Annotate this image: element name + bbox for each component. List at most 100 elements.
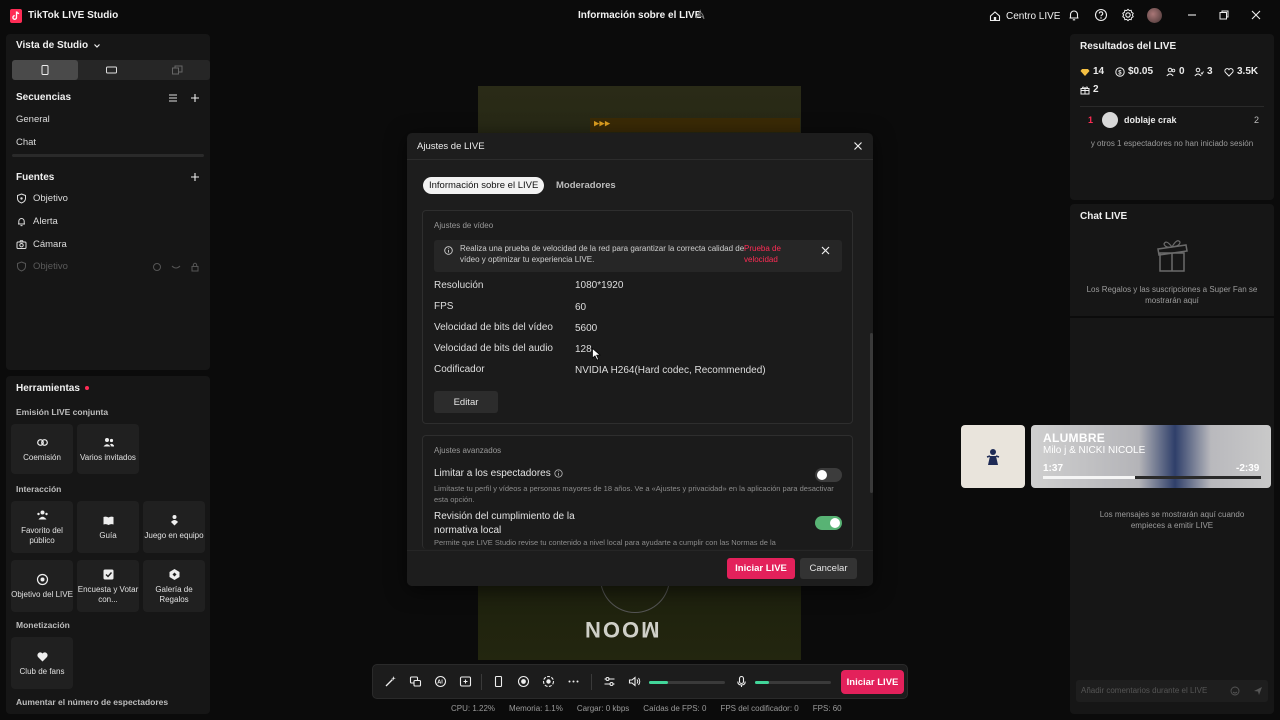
- mic-volume-slider[interactable]: [755, 681, 831, 684]
- app-title: TikTok LIVE Studio: [28, 10, 119, 21]
- close-icon[interactable]: [853, 141, 863, 151]
- album-art: [961, 425, 1025, 488]
- sequence-label: General: [16, 114, 50, 125]
- user-avatar[interactable]: [1147, 8, 1162, 23]
- song-progress-bar[interactable]: [1043, 476, 1261, 479]
- add-sequence-icon[interactable]: [190, 93, 200, 103]
- toolbar-start-live-button[interactable]: Iniciar LIVE: [841, 670, 904, 694]
- cancel-button[interactable]: Cancelar: [800, 558, 857, 579]
- song-progress-fill: [1043, 476, 1135, 479]
- audio-mixer-icon[interactable]: [603, 675, 616, 688]
- live-hub-label: Centro LIVE: [1006, 10, 1061, 22]
- earnings-value: $0.05: [1128, 66, 1154, 77]
- video-settings-card: Ajustes de vídeo Realiza una prueba de v…: [422, 210, 853, 424]
- landscape-mode-button[interactable]: [78, 60, 144, 80]
- tile-team-game[interactable]: Juego en equipo: [143, 501, 205, 553]
- gifts-placeholder: Los Regalos y las suscripciones a Super …: [1086, 285, 1258, 306]
- top-viewer-count: 2: [1254, 115, 1260, 125]
- source-item-goal-hidden[interactable]: Objetivo: [16, 261, 68, 272]
- emoji-icon[interactable]: [1230, 686, 1240, 696]
- ai-effects-icon[interactable]: AI: [434, 675, 447, 688]
- source-label: Alerta: [33, 216, 58, 227]
- send-icon[interactable]: [1253, 686, 1263, 696]
- dialog-footer: Iniciar LIVE Cancelar: [407, 550, 873, 586]
- minimize-icon[interactable]: [1185, 8, 1199, 22]
- add-source-icon[interactable]: [190, 172, 200, 182]
- source-item-goal[interactable]: Objetivo: [16, 193, 68, 204]
- add-media-icon[interactable]: [459, 675, 472, 688]
- tile-label: Coemisión: [23, 452, 61, 462]
- mic-level-fill: [755, 681, 769, 684]
- link-icon: [36, 438, 48, 446]
- shield-icon: [17, 261, 26, 272]
- viewers-icon: [1194, 67, 1204, 76]
- heart-icon: [36, 652, 48, 662]
- list-icon[interactable]: [168, 93, 178, 103]
- tile-audience-favorite[interactable]: Favorito del público: [11, 501, 73, 553]
- dismiss-notice-icon[interactable]: [821, 246, 830, 255]
- panel-scrollbar[interactable]: [12, 154, 204, 157]
- team-icon: [170, 514, 178, 526]
- encoder-label: Codificador: [434, 364, 485, 375]
- hidden-eye-icon[interactable]: [171, 262, 181, 272]
- anonymous-viewers-text: y otros 1 espectadores no han iniciado s…: [1090, 139, 1254, 148]
- magic-wand-icon[interactable]: [384, 675, 397, 688]
- record-icon[interactable]: [517, 675, 530, 688]
- settings-circle-icon[interactable]: [152, 262, 162, 272]
- tile-poll[interactable]: Encuesta y Votar con...: [77, 560, 139, 612]
- top-viewer-avatar[interactable]: [1102, 112, 1118, 128]
- sequence-item-general[interactable]: General: [16, 114, 50, 125]
- fps-label: FPS: [434, 301, 454, 312]
- dialog-scrollbar[interactable]: [870, 333, 873, 493]
- tile-guide[interactable]: Guía: [77, 501, 139, 553]
- tile-cohost[interactable]: Coemisión: [11, 424, 73, 474]
- source-item-alert[interactable]: Alerta: [16, 216, 58, 227]
- microphone-icon[interactable]: [735, 675, 748, 688]
- studio-view-dropdown[interactable]: Vista de Studio: [16, 40, 101, 51]
- replay-icon[interactable]: [542, 675, 555, 688]
- help-icon[interactable]: [1094, 8, 1108, 22]
- bell-icon[interactable]: [1067, 8, 1081, 22]
- tab-live-info[interactable]: Información sobre el LIVE: [423, 177, 545, 194]
- top-viewer-name[interactable]: doblaje crak: [1124, 115, 1177, 125]
- more-icon[interactable]: [567, 675, 580, 688]
- live-hub-button[interactable]: Centro LIVE: [989, 8, 1060, 24]
- source-label: Objetivo: [33, 193, 68, 204]
- tile-label: Galería de Regalos: [155, 584, 193, 604]
- source-item-camera[interactable]: Cámara: [16, 239, 67, 250]
- sequence-item-chat[interactable]: Chat: [16, 137, 36, 148]
- compliance-toggle[interactable]: [815, 516, 842, 530]
- restore-icon[interactable]: [1217, 8, 1231, 22]
- close-window-icon[interactable]: [1249, 8, 1263, 22]
- info-icon[interactable]: [554, 469, 563, 478]
- tile-fan-club[interactable]: Club de fans: [11, 637, 73, 689]
- screen-share-icon[interactable]: [409, 675, 422, 688]
- phone-icon[interactable]: [492, 675, 505, 688]
- speaker-icon[interactable]: [628, 675, 641, 688]
- elapsed-time: 1:37: [1043, 463, 1064, 474]
- lock-icon[interactable]: [190, 262, 200, 272]
- speed-test-link[interactable]: Prueba de velocidad: [744, 244, 804, 266]
- gift-gallery-icon: [169, 568, 179, 580]
- tile-multi-guest[interactable]: Varios invitados: [77, 424, 139, 474]
- edit-button[interactable]: Editar: [434, 391, 498, 413]
- now-playing-widget[interactable]: ALUMBRE Milo j & NICKI NICOLE 1:37 -2:39: [1031, 425, 1271, 488]
- dual-mode-button[interactable]: [144, 60, 210, 80]
- start-live-button[interactable]: Iniciar LIVE: [727, 558, 795, 579]
- tools-panel: Herramientas Emisión LIVE conjunta Coemi…: [6, 376, 210, 714]
- tile-gift-gallery[interactable]: Galería de Regalos: [143, 560, 205, 612]
- limit-viewers-toggle[interactable]: [815, 468, 842, 482]
- portrait-mode-button[interactable]: [12, 60, 78, 80]
- settings-gear-icon[interactable]: [1121, 8, 1135, 22]
- resolution-value: 1080*1920: [575, 280, 624, 291]
- tools-header-label: Herramientas: [16, 383, 80, 394]
- share-icon[interactable]: [694, 9, 706, 21]
- section-cohost: Emisión LIVE conjunta: [16, 407, 109, 417]
- tile-live-goal[interactable]: Objetivo del LIVE: [11, 560, 73, 612]
- toolbar-divider: [481, 674, 482, 690]
- tab-moderators[interactable]: Moderadores: [550, 177, 622, 194]
- window-center-title[interactable]: Información sobre el LIVE: [578, 10, 701, 21]
- speaker-volume-slider[interactable]: [649, 681, 725, 684]
- source-label: Objetivo: [33, 261, 68, 272]
- compliance-label: Revisión del cumplimiento de la normativ…: [434, 511, 575, 536]
